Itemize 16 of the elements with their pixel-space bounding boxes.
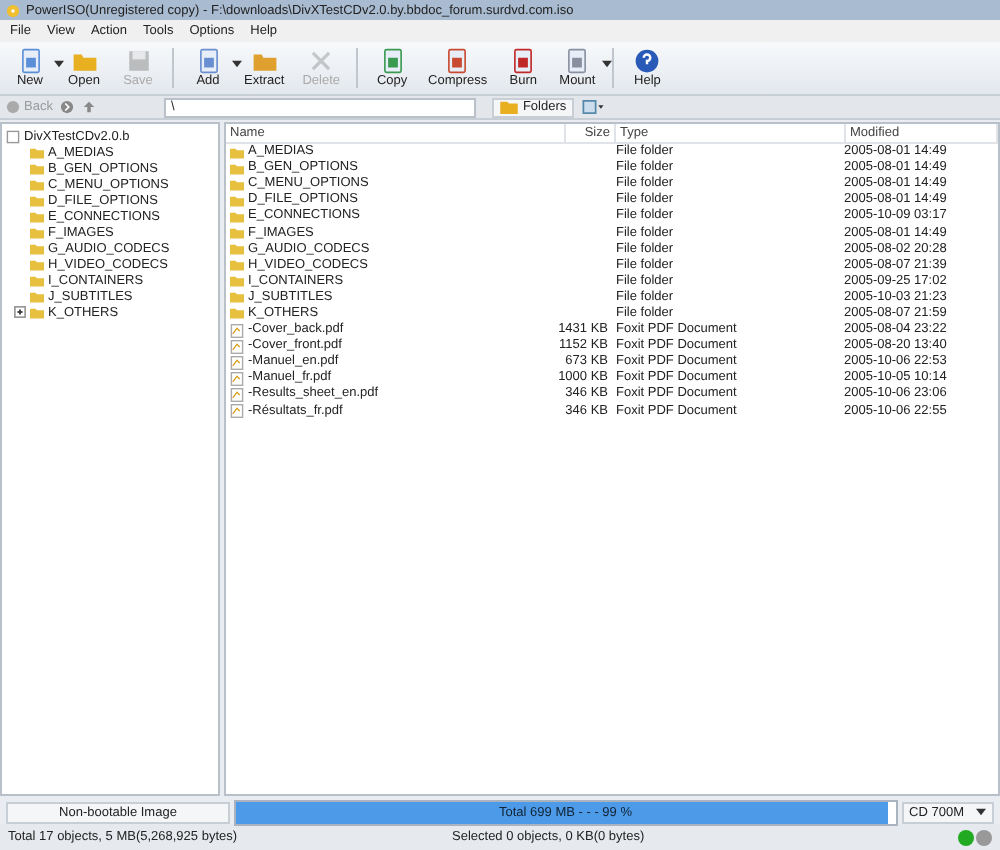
caret-icon — [976, 808, 986, 816]
document-icon — [564, 47, 591, 73]
forward-icon[interactable] — [60, 100, 75, 114]
view-icon[interactable] — [582, 100, 605, 114]
document-icon — [195, 47, 221, 73]
back-icon — [6, 100, 20, 114]
document-icon — [17, 47, 43, 73]
question-icon — [634, 47, 661, 73]
document-icon — [379, 47, 406, 73]
expand-icon[interactable] — [14, 306, 26, 318]
folder-icon — [500, 100, 519, 114]
up-arrow-icon[interactable] — [82, 100, 97, 114]
cross-icon — [308, 47, 335, 73]
document-icon — [510, 47, 537, 73]
document-icon — [444, 47, 471, 73]
floppy-icon — [125, 47, 151, 73]
